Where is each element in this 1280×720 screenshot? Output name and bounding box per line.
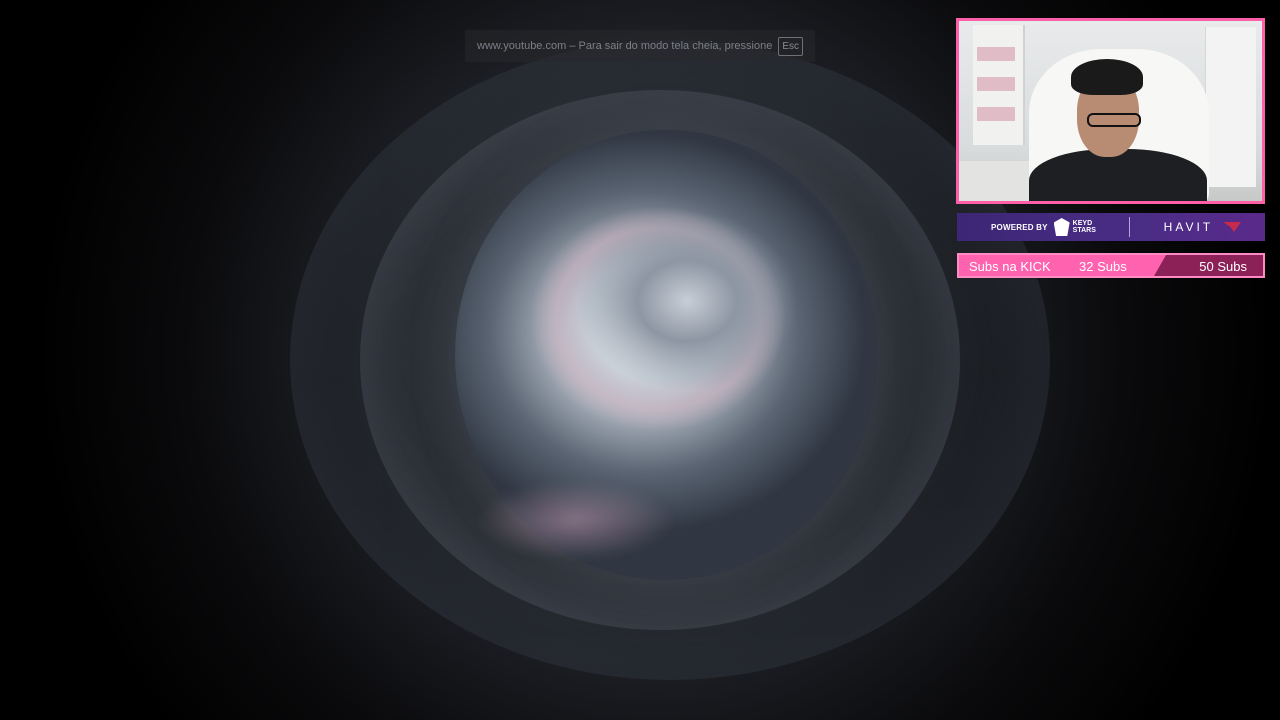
subs-current-count: 32 Subs [1079, 259, 1127, 274]
powered-by-label: POWERED BY [991, 222, 1048, 232]
webcam-overlay [956, 18, 1265, 204]
door [1205, 27, 1256, 187]
subs-goal-label: Subs na KICK [969, 259, 1051, 274]
streamer-hair [1071, 59, 1143, 95]
sponsor-banner: POWERED BY KEYD STARS HAVIT [957, 213, 1265, 241]
fullscreen-notice-text: www.youtube.com – Para sair do modo tela… [477, 40, 773, 52]
streamer-glasses [1087, 113, 1141, 127]
floor [959, 161, 1039, 201]
keyd-stars-logo: KEYD STARS [1053, 218, 1101, 236]
planet-highlight [475, 480, 675, 560]
bookshelf [973, 25, 1025, 145]
subs-goal-bar: Subs na KICK 32 Subs 50 Subs [957, 253, 1265, 278]
video-player[interactable]: www.youtube.com – Para sair do modo tela… [0, 0, 1280, 720]
sponsor-divider [1128, 217, 1130, 237]
keyd-logo-line2: STARS [1072, 227, 1096, 234]
havit-logo: HAVIT [1163, 220, 1214, 234]
havit-wing-icon [1223, 222, 1242, 232]
esc-key-hint: Esc [778, 36, 803, 56]
keyd-shield-icon [1053, 218, 1070, 236]
subs-goal-target: 50 Subs [1199, 259, 1247, 274]
fullscreen-exit-notice: www.youtube.com – Para sair do modo tela… [465, 30, 815, 62]
streamer-body [1029, 149, 1207, 201]
keyd-logo-line1: KEYD [1072, 220, 1093, 227]
